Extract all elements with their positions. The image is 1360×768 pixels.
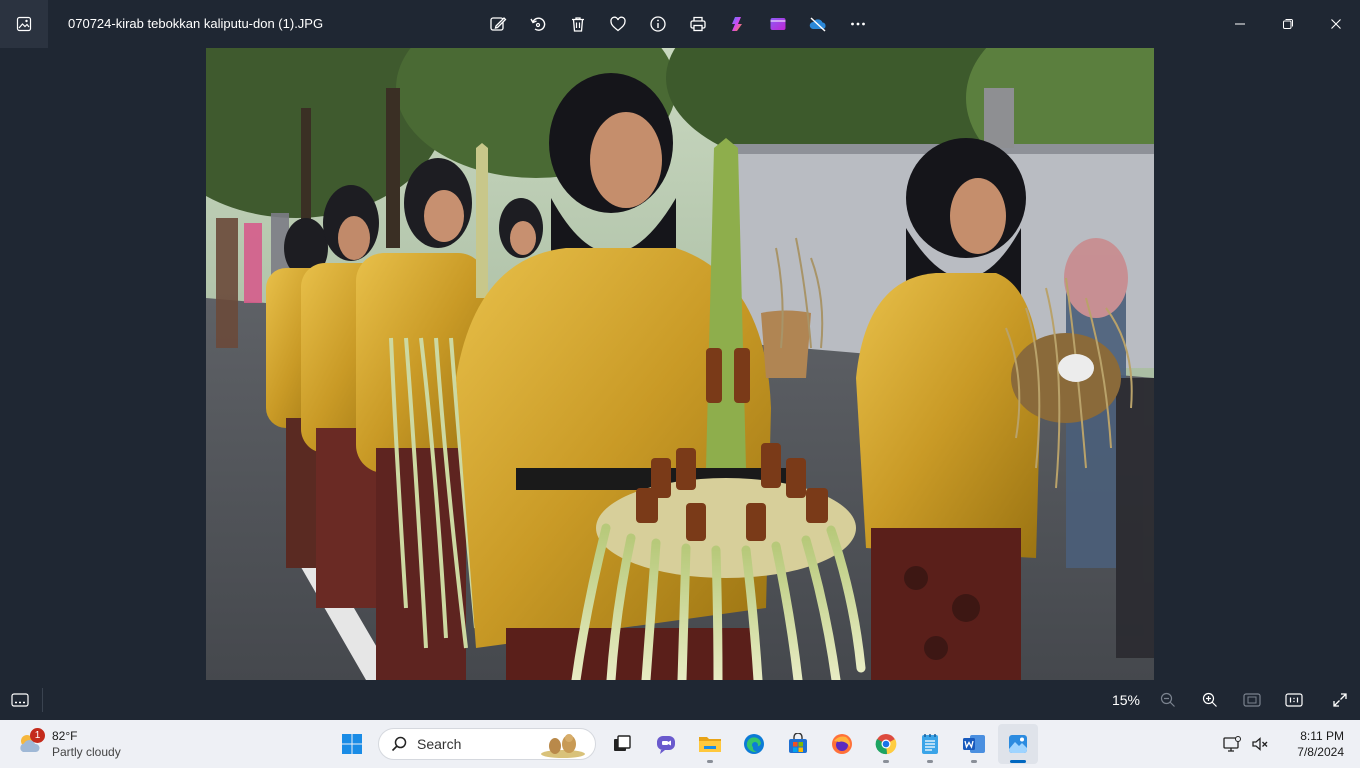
- clock-date: 7/8/2024: [1297, 745, 1344, 759]
- photos-button[interactable]: [998, 724, 1038, 764]
- volume-button[interactable]: [1246, 730, 1274, 758]
- fit-window-icon: [1243, 693, 1261, 707]
- photos-app-icon[interactable]: [0, 0, 48, 48]
- expand-icon: [1333, 693, 1347, 707]
- more-icon: [851, 22, 865, 26]
- edit-icon: [490, 17, 507, 31]
- taskbar: 1 82°F Partly cloudy Search 8:11 PM 7/8/…: [0, 720, 1360, 768]
- zoom-in-icon: [1202, 692, 1217, 707]
- word-icon: [963, 735, 985, 753]
- edge-icon: [744, 734, 764, 754]
- viewer-bottom-bar: 15%: [0, 680, 1360, 720]
- chat-icon: [657, 736, 675, 754]
- running-indicator: [927, 760, 933, 763]
- favorite-button[interactable]: [598, 8, 638, 40]
- edit-button[interactable]: [478, 8, 518, 40]
- photo-canvas[interactable]: [206, 48, 1154, 680]
- heart-icon: [610, 16, 626, 32]
- clock-time: 8:11 PM: [1300, 729, 1344, 743]
- zoom-out-icon: [1160, 692, 1175, 707]
- gallery-icon: [16, 16, 32, 32]
- image-viewer[interactable]: [0, 48, 1360, 680]
- photos-icon: [1009, 735, 1027, 753]
- windows-logo-icon: [342, 734, 362, 754]
- search-highlight-icon: [541, 734, 585, 758]
- task-view-button[interactable]: [602, 724, 642, 764]
- copilot-icon: [732, 17, 742, 31]
- chat-button[interactable]: [646, 724, 686, 764]
- actual-size-icon: [1285, 693, 1303, 707]
- display-button[interactable]: [1218, 730, 1246, 758]
- firefox-button[interactable]: [822, 724, 862, 764]
- zoom-out-button[interactable]: [1148, 680, 1188, 720]
- minimize-button[interactable]: [1216, 0, 1264, 48]
- display-icon: [1223, 736, 1241, 752]
- store-button[interactable]: [778, 724, 818, 764]
- folder-icon: [699, 737, 721, 752]
- restore-button[interactable]: [1264, 0, 1312, 48]
- title-bar: 070724-kirab tebokkan kaliputu-don (1).J…: [0, 0, 1360, 48]
- filmstrip-toggle-button[interactable]: [0, 680, 40, 720]
- task-view-icon: [614, 735, 631, 751]
- word-button[interactable]: [954, 724, 994, 764]
- restore-icon: [1283, 19, 1293, 29]
- info-icon: [650, 16, 666, 32]
- search-placeholder: Search: [417, 736, 462, 752]
- window-controls: [1216, 0, 1360, 48]
- info-button[interactable]: [638, 8, 678, 40]
- active-indicator: [1010, 760, 1026, 763]
- delete-button[interactable]: [558, 8, 598, 40]
- divider: [42, 688, 43, 712]
- rotate-button[interactable]: [518, 8, 558, 40]
- system-tray: 8:11 PM 7/8/2024: [1218, 720, 1360, 768]
- chrome-icon: [875, 734, 897, 755]
- weather-widget[interactable]: 1 82°F Partly cloudy: [16, 726, 121, 762]
- more-button[interactable]: [838, 8, 878, 40]
- notepad-icon: [922, 734, 938, 754]
- running-indicator: [971, 760, 977, 763]
- copilot-button[interactable]: [718, 8, 758, 40]
- delete-icon: [572, 17, 584, 32]
- running-indicator: [707, 760, 713, 763]
- search-icon: [391, 736, 407, 752]
- partly-cloudy-icon: 1: [16, 728, 45, 758]
- actual-size-button[interactable]: [1274, 680, 1314, 720]
- print-button[interactable]: [678, 8, 718, 40]
- weather-condition: Partly cloudy: [52, 745, 121, 759]
- onedrive-button[interactable]: [798, 8, 838, 40]
- store-icon: [789, 733, 807, 753]
- zoom-level[interactable]: 15%: [1104, 692, 1148, 708]
- close-icon: [1331, 19, 1341, 29]
- image-toolbar: [478, 8, 878, 40]
- minimize-icon: [1235, 23, 1245, 25]
- full-screen-button[interactable]: [1320, 680, 1360, 720]
- clipchamp-button[interactable]: [758, 8, 798, 40]
- taskbar-apps: Search: [330, 724, 1040, 764]
- clipchamp-icon: [770, 18, 786, 30]
- weather-notification-badge: 1: [30, 728, 45, 743]
- taskbar-clock[interactable]: 8:11 PM 7/8/2024: [1274, 728, 1360, 760]
- running-indicator: [883, 760, 889, 763]
- file-explorer-button[interactable]: [690, 724, 730, 764]
- start-button[interactable]: [332, 724, 372, 764]
- parade-photo-image: [206, 48, 1154, 680]
- filmstrip-icon: [11, 693, 29, 707]
- onedrive-off-icon: [809, 17, 826, 32]
- print-icon: [690, 16, 706, 32]
- fit-to-window-button[interactable]: [1232, 680, 1272, 720]
- rotate-icon: [530, 17, 546, 31]
- chrome-button[interactable]: [866, 724, 906, 764]
- zoom-in-button[interactable]: [1190, 680, 1230, 720]
- firefox-icon: [832, 734, 852, 754]
- notepad-button[interactable]: [910, 724, 950, 764]
- taskbar-search-box[interactable]: Search: [378, 728, 596, 760]
- close-button[interactable]: [1312, 0, 1360, 48]
- window-title: 070724-kirab tebokkan kaliputu-don (1).J…: [68, 16, 324, 31]
- edge-button[interactable]: [734, 724, 774, 764]
- weather-temperature: 82°F: [52, 729, 78, 743]
- speaker-muted-icon: [1252, 737, 1268, 751]
